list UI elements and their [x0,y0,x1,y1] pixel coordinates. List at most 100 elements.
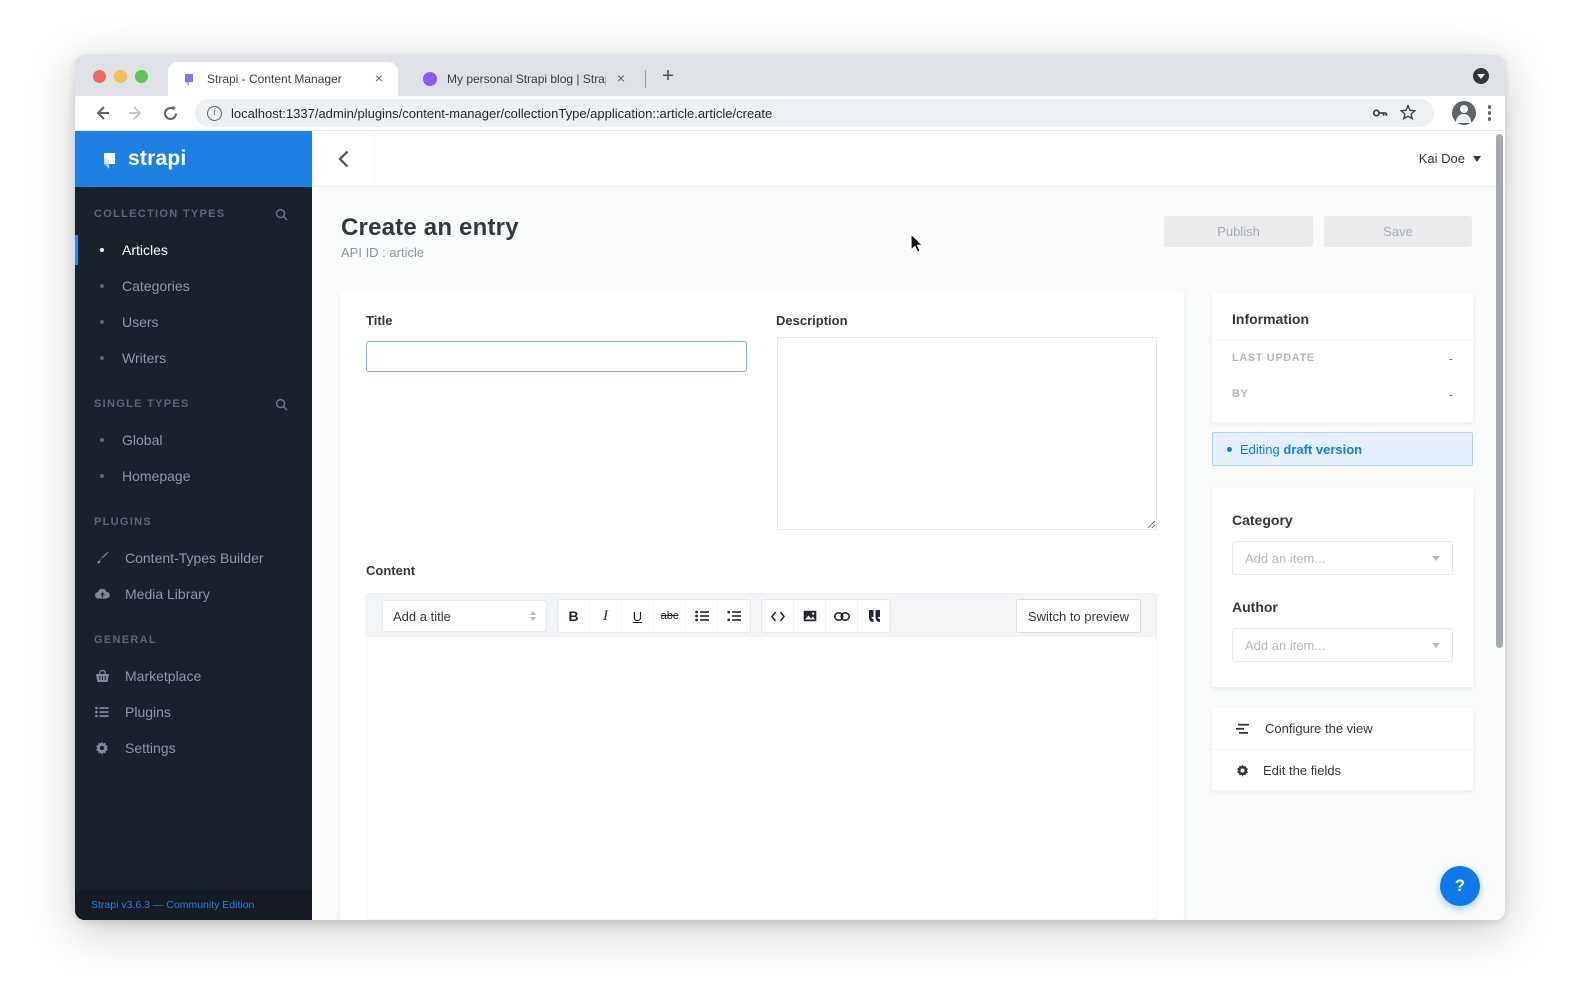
browser-toolbar: i localhost:1337/admin/plugins/content-m… [75,96,1505,131]
chevron-down-icon [1432,556,1440,565]
content-label: Content [366,563,416,578]
sidebar-item-global[interactable]: Global [75,422,312,458]
close-tab-icon[interactable]: × [370,70,388,88]
scrollbar-thumb[interactable] [1496,134,1503,648]
search-icon[interactable] [275,398,288,411]
gear-icon [1237,763,1248,777]
underline-button[interactable]: U [622,600,654,632]
edit-fields-label: Edit the fields [1263,762,1342,778]
heading-select-value: Add a title [393,608,451,624]
browser-profile-avatar[interactable] [1451,101,1476,125]
basket-icon [94,668,110,684]
configure-view-label: Configure the view [1265,721,1373,736]
top-header: Kai Doe [312,130,1505,187]
zoom-window-button[interactable] [135,70,148,83]
sidebar-item-marketplace[interactable]: Marketplace [75,658,312,694]
new-tab-button[interactable]: + [653,63,683,91]
sidebar-item-plugins[interactable]: Plugins [75,694,312,730]
save-button[interactable]: Save [1324,216,1472,247]
category-select[interactable]: Add an item... [1232,541,1453,575]
logo-wordmark: strapi [128,147,187,170]
back-nav-icon[interactable] [90,101,114,125]
sidebar-item-homepage[interactable]: Homepage [75,458,312,494]
bullet-list-button[interactable] [686,600,718,632]
italic-button[interactable]: I [590,600,622,632]
author-placeholder: Add an item... [1245,637,1326,653]
quote-button[interactable] [858,600,890,632]
tab-title: Strapi - Content Manager [207,72,342,86]
switch-to-preview-button[interactable]: Switch to preview [1016,599,1141,633]
tab-title: My personal Strapi blog | Strap [447,72,606,86]
cloud-upload-icon [94,586,110,602]
user-name: Kai Doe [1418,151,1465,166]
sidebar-item-label: Plugins [125,704,171,720]
user-menu[interactable]: Kai Doe [1419,151,1481,166]
browser-menu-icon[interactable] [1487,105,1491,121]
format-group: B I U abc [557,599,751,633]
sidebar-item-categories[interactable]: Categories [75,268,312,304]
search-icon[interactable] [275,208,288,221]
configure-view-link[interactable]: Configure the view [1212,708,1473,749]
strapi-admin: strapi COLLECTION TYPES Articles Categor… [75,130,1505,920]
information-card: Information LAST UPDATE - BY - [1212,293,1473,422]
bullet-icon [100,438,104,442]
sidebar-item-label: Global [122,432,163,448]
close-tab-icon[interactable]: × [612,70,630,88]
category-placeholder: Add an item... [1245,550,1326,566]
sidebar-nav: COLLECTION TYPES Articles Categories Use… [75,187,312,766]
tab-search-icon[interactable] [1473,68,1489,84]
link-button[interactable] [826,600,858,632]
sidebar-item-label: Homepage [122,468,191,484]
sidebar-item-settings[interactable]: Settings [75,730,312,766]
address-bar[interactable]: i localhost:1337/admin/plugins/content-m… [195,99,1434,127]
tab-personal-blog[interactable]: My personal Strapi blog | Strap × [408,62,640,96]
entry-form-card: Title Description Content Add a title B … [340,291,1184,920]
bullet-icon [100,356,104,360]
title-input[interactable] [366,341,747,372]
sidebar-item-media-library[interactable]: Media Library [75,576,312,612]
bookmark-star-icon[interactable] [1396,101,1420,125]
ordered-list-button[interactable] [718,600,750,632]
image-button[interactable] [794,600,826,632]
password-key-icon[interactable] [1368,101,1392,125]
edit-fields-link[interactable]: Edit the fields [1212,749,1473,790]
publish-button[interactable]: Publish [1164,216,1313,247]
section-title: SINGLE TYPES [94,398,190,410]
minimize-window-button[interactable] [114,70,127,83]
back-button[interactable] [312,130,375,187]
section-title: GENERAL [94,634,157,646]
category-label: Category [1232,512,1293,528]
site-info-icon[interactable]: i [207,105,222,121]
page-head: Create an entry API ID : article [341,214,519,260]
sidebar-item-users[interactable]: Users [75,304,312,340]
sidebar-item-label: Users [122,314,159,330]
sidebar-version-footer[interactable]: Strapi v3.6.3 — Community Edition [75,890,312,920]
help-button[interactable]: ? [1440,866,1480,906]
sidebar-item-label: Media Library [125,586,210,602]
code-button[interactable] [762,600,794,632]
wysiwyg-toolbar: Add a title B I U abc Switch to preview [366,593,1157,637]
tab-separator [645,70,646,88]
close-window-button[interactable] [93,70,106,83]
tab-strapi-content-manager[interactable]: Strapi - Content Manager × [168,62,398,96]
sidebar-item-content-types-builder[interactable]: Content-Types Builder [75,540,312,576]
reload-icon[interactable] [158,101,182,125]
wysiwyg-editor-body[interactable] [366,637,1157,920]
strapi-favicon-icon [182,71,198,87]
description-textarea[interactable] [777,337,1157,530]
strapi-logo[interactable]: strapi [75,131,312,187]
strapi-logo-icon [104,153,115,169]
forward-nav-icon[interactable] [124,101,148,125]
bold-button[interactable]: B [558,600,590,632]
author-select[interactable]: Add an item... [1232,628,1453,662]
sidebar-item-label: Marketplace [125,668,202,684]
sidebar-item-label: Content-Types Builder [125,550,264,566]
sidebar-item-writers[interactable]: Writers [75,340,312,376]
title-label: Title [366,313,393,328]
sidebar-item-label: Settings [125,740,176,756]
sidebar-item-articles[interactable]: Articles [75,232,312,268]
bullet-icon [100,248,104,252]
heading-select[interactable]: Add a title [382,600,547,632]
strikethrough-button[interactable]: abc [654,600,686,632]
browser-window: Strapi - Content Manager × My personal S… [75,55,1505,920]
